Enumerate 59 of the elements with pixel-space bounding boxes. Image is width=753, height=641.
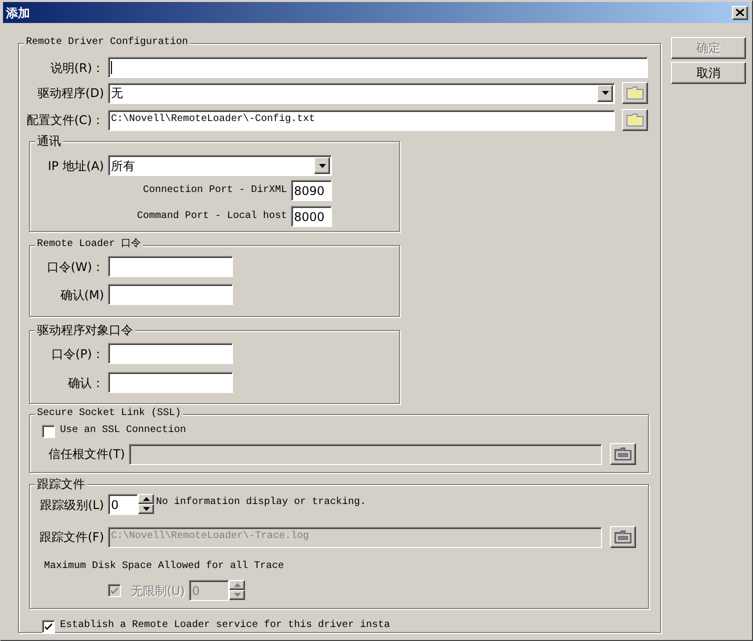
up-arrow-icon bbox=[234, 583, 240, 587]
field-label: 说明(R)： bbox=[50, 60, 104, 74]
number-field[interactable]: 0 bbox=[108, 494, 138, 515]
text-cursor bbox=[111, 61, 112, 74]
field-label: 确认(M) bbox=[60, 288, 104, 302]
folder-icon bbox=[614, 530, 632, 544]
field-label: IP 地址(A) bbox=[48, 158, 104, 172]
spin-down-button[interactable] bbox=[229, 590, 245, 600]
spin-up-button[interactable] bbox=[229, 580, 245, 590]
text-field[interactable] bbox=[108, 372, 233, 393]
folder-icon bbox=[626, 113, 644, 127]
text-field[interactable] bbox=[108, 57, 648, 78]
browse-button[interactable] bbox=[622, 82, 648, 104]
checkbox[interactable] bbox=[42, 620, 55, 632]
down-arrow-icon bbox=[234, 593, 240, 597]
dropdown-button[interactable] bbox=[597, 84, 613, 102]
field-label: 驱动程序(D) bbox=[37, 86, 104, 100]
dropdown-button[interactable] bbox=[314, 157, 330, 174]
field-label: Connection Port - DirXML bbox=[142, 184, 287, 198]
check-icon bbox=[45, 622, 52, 630]
dropdown[interactable]: 所有 bbox=[108, 155, 332, 176]
field-label: Command Port - Local host bbox=[136, 210, 287, 224]
checkbox-label: Use an SSL Connection bbox=[60, 424, 186, 438]
down-arrow-icon bbox=[318, 164, 326, 168]
down-arrow-icon bbox=[142, 507, 150, 511]
field-label: 配置文件(C)： bbox=[26, 113, 104, 127]
window-title: 添加 bbox=[6, 6, 30, 20]
text-field[interactable]: 8000 bbox=[291, 206, 332, 227]
field-label: 确认： bbox=[68, 376, 104, 390]
checkbox[interactable] bbox=[42, 424, 55, 438]
group-title: 通讯 bbox=[35, 134, 63, 148]
text-field[interactable] bbox=[108, 256, 233, 277]
text-field[interactable]: C:\Novell\RemoteLoader\-Config.txt bbox=[108, 110, 615, 130]
trace-level-description: No information display or tracking. bbox=[156, 496, 366, 510]
field-label: 跟踪文件(F) bbox=[40, 530, 104, 544]
group-title: 跟踪文件 bbox=[35, 477, 87, 491]
field-label: 跟踪级别(L) bbox=[40, 498, 104, 512]
checkbox-label: Establish a Remote Loader service for this driver insta bbox=[60, 619, 390, 633]
browse-button[interactable] bbox=[622, 109, 648, 131]
dialog-button[interactable]: 取消 bbox=[671, 62, 746, 84]
field-label: 口令(P)： bbox=[51, 346, 104, 360]
field-label: 口令(W)： bbox=[46, 260, 104, 274]
up-arrow-icon bbox=[142, 497, 150, 501]
field-label: 信任根文件(T) bbox=[48, 447, 125, 461]
folder-icon bbox=[614, 447, 632, 461]
text-field[interactable] bbox=[108, 284, 233, 305]
text-field[interactable]: 8090 bbox=[291, 180, 332, 201]
section-label: Maximum Disk Space Allowed for all Trace bbox=[44, 560, 284, 574]
close-icon bbox=[736, 9, 744, 16]
down-arrow-icon bbox=[602, 91, 608, 95]
text-field[interactable] bbox=[108, 343, 233, 364]
group-title: 驱动程序对象口令 bbox=[35, 323, 135, 337]
close-button[interactable] bbox=[732, 6, 748, 20]
check-icon bbox=[111, 587, 118, 594]
field-label: 无限制(U) bbox=[130, 584, 185, 598]
spin-up-button[interactable] bbox=[138, 494, 154, 504]
spin-down-button[interactable] bbox=[138, 504, 154, 514]
dropdown[interactable]: 无 bbox=[108, 82, 615, 104]
folder-icon bbox=[626, 86, 644, 100]
